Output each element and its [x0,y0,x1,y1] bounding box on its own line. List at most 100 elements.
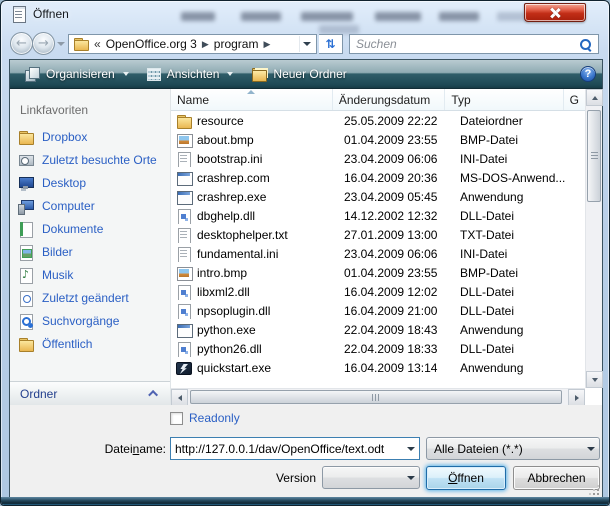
file-modified-date: 01.04.2009 23:55 [338,266,454,280]
version-select[interactable] [322,466,420,489]
file-row[interactable]: crashrep.exe 23.04.2009 05:45 Anwendung [171,187,585,206]
file-row[interactable]: dbghelp.dll 14.12.2002 12:32 DLL-Datei [171,206,585,225]
close-button[interactable] [524,3,586,22]
column-header[interactable]: Änderungsdatum [333,89,446,110]
file-row[interactable]: fundamental.ini 23.04.2009 06:06 INI-Dat… [171,244,585,263]
filename-label: Dateiname: [10,442,166,456]
file-row[interactable]: resource 25.05.2009 22:22 Dateiordner [171,111,585,130]
sidebar-item-label: Desktop [42,176,86,190]
filetype-select[interactable]: Alle Dateien (*.*) [426,437,600,460]
views-button[interactable]: Ansichten [138,64,243,84]
column-header-label: G [570,93,579,107]
file-modified-date: 23.04.2009 06:06 [338,247,454,261]
sidebar-item[interactable]: Musik [10,263,170,286]
computer-icon [18,198,34,214]
new-folder-button[interactable]: Neuer Ordner [242,64,355,84]
scroll-down-button[interactable] [586,371,603,388]
sidebar-item-label: Dokumente [42,222,103,236]
sidebar-item[interactable]: Dropbox [10,125,170,148]
scroll-right-button[interactable] [568,389,585,406]
breadcrumb-item[interactable]: program [214,37,259,51]
file-type: Anwendung [454,323,576,337]
file-modified-date: 25.05.2009 22:22 [338,114,454,128]
file-row[interactable]: quickstart.exe 16.04.2009 13:14 Anwendun… [171,358,585,377]
search-box[interactable]: Suchen [349,34,599,54]
vertical-scrollbar[interactable] [585,89,602,388]
help-button[interactable]: ? [580,66,596,82]
file-name: resource [197,114,244,128]
dialog-document-icon [11,6,27,22]
arrow-right-icon [575,395,579,401]
file-type: MS-DOS-Anwend... [454,171,576,185]
file-rows: resource 25.05.2009 22:22 Dateiordner ab… [171,111,585,388]
vertical-scroll-thumb[interactable] [587,110,601,202]
sidebar-item[interactable]: Dokumente [10,217,170,240]
background-blur [301,12,353,21]
cancel-button[interactable]: Abbrechen [513,466,600,490]
breadcrumb-item[interactable]: OpenOffice.org 3 [106,37,197,51]
file-modified-date: 16.04.2009 13:14 [338,361,454,375]
column-header[interactable]: G [564,89,585,110]
forward-button[interactable]: → [32,32,55,55]
file-row[interactable]: npsoplugin.dll 16.04.2009 21:00 DLL-Date… [171,301,585,320]
horizontal-scroll-thumb[interactable] [190,390,562,404]
folders-expander[interactable]: Ordner [10,381,170,405]
file-row[interactable]: desktophelper.txt 27.01.2009 13:00 TXT-D… [171,225,585,244]
column-header[interactable]: Name [171,89,333,110]
file-name: python.exe [197,323,256,337]
file-modified-date: 22.04.2009 18:43 [338,323,454,337]
txt-icon [176,227,192,243]
filetype-value: Alle Dateien (*.*) [434,442,582,456]
ini-icon [176,246,192,262]
dialog-body: Linkfavoriten Dropbox Zuletzt besuchte O… [10,89,602,405]
breadcrumb[interactable]: « OpenOffice.org 3 ▶ program ▶ [68,34,317,54]
titlebar: Öffnen [1,1,609,29]
readonly-checkbox[interactable] [170,412,183,425]
breadcrumb-overflow[interactable]: « [94,37,101,51]
file-row[interactable]: intro.bmp 01.04.2009 23:55 BMP-Datei [171,263,585,282]
sidebar-item[interactable]: Bilder [10,240,170,263]
filename-input[interactable] [171,438,402,459]
file-row[interactable]: crashrep.com 16.04.2009 20:36 MS-DOS-Anw… [171,168,585,187]
file-row[interactable]: libxml2.dll 16.04.2009 12:02 DLL-Datei [171,282,585,301]
file-row[interactable]: about.bmp 01.04.2009 23:55 BMP-Datei [171,130,585,149]
chevron-right-icon: ▶ [202,40,209,49]
scroll-up-button[interactable] [586,89,603,106]
scroll-left-button[interactable] [171,389,188,406]
sidebar-item[interactable]: Computer [10,194,170,217]
file-name: libxml2.dll [197,285,250,299]
file-row[interactable]: python26.dll 22.04.2009 18:33 DLL-Datei [171,339,585,358]
sidebar-item[interactable]: Suchvorgänge [10,309,170,332]
file-type: BMP-Datei [454,133,576,147]
sidebar-item[interactable]: Desktop [10,171,170,194]
history-dropdown-icon[interactable] [57,42,65,46]
file-name: intro.bmp [197,266,247,280]
views-icon [147,68,161,81]
file-row[interactable]: python.exe 22.04.2009 18:43 Anwendung [171,320,585,339]
background-blur [497,12,527,21]
address-dropdown-button[interactable] [299,36,314,52]
organize-button[interactable]: Organisieren [16,64,138,84]
version-dropdown-button[interactable] [402,468,419,487]
arrow-up-icon [592,96,598,100]
app-icon [176,189,192,205]
dialog-content: Organisieren Ansichten Neuer Ordner ? Li… [9,59,603,499]
chevron-down-icon [407,476,415,480]
filename-dropdown-button[interactable] [402,439,419,458]
sidebar-item[interactable]: Zuletzt besuchte Orte [10,148,170,171]
refresh-button[interactable]: ⇅ [319,34,343,54]
dll-icon [176,284,192,300]
filetype-dropdown-button[interactable] [582,439,599,458]
horizontal-scrollbar[interactable] [171,388,585,405]
back-button[interactable]: ← [10,32,33,55]
sidebar-item[interactable]: Zuletzt geändert [10,286,170,309]
resize-grip[interactable] [589,485,599,495]
sidebar-item[interactable]: Öffentlich [10,332,170,355]
open-button[interactable]: Öffnen [426,466,506,490]
sidebar-item-label: Bilder [42,245,73,259]
pictures-icon [18,244,34,260]
search-icon[interactable] [579,38,592,51]
file-name: about.bmp [197,133,254,147]
column-header[interactable]: Typ [445,89,563,110]
file-row[interactable]: bootstrap.ini 23.04.2009 06:06 INI-Datei [171,149,585,168]
